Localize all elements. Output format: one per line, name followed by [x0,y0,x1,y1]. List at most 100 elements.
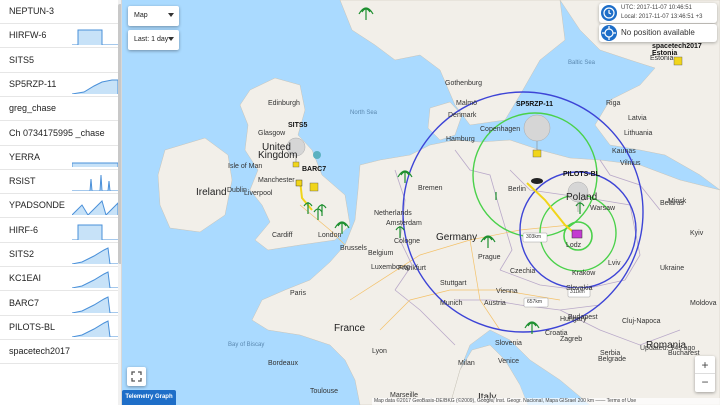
time-range-select[interactable]: Last: 1 day [128,30,179,50]
zoom-in-button[interactable]: + [695,356,715,374]
payload-pilots [571,229,583,239]
altitude-sparkline [72,29,118,46]
locate-icon[interactable] [601,25,617,41]
tracker-sidebar: NEPTUN-3 HIRFW-6 SITS5 SP5RZP-11 greg_chase C… [0,0,122,405]
position-panel[interactable]: No position available [599,24,717,42]
marker-dark [531,178,543,184]
place-label: Ukraine [660,265,685,272]
place-label: Cluj-Napoca [622,318,661,325]
tracker-item[interactable]: RSIST [0,170,121,195]
altitude-sparkline [72,162,118,167]
place-label: Dublin [227,187,247,194]
place-label: Vilnius [620,160,641,167]
map-type-select[interactable]: Map [128,6,179,26]
place-label: Hamburg [446,136,475,143]
fullscreen-button[interactable] [127,367,146,386]
place-label: Paris [290,290,306,297]
balloon-callsign-label[interactable]: PILOTS-BL [563,171,600,178]
place-label: Lyon [372,348,387,355]
tracker-item-label: HIRFW-6 [9,30,47,41]
distance-label: 657km [527,299,543,305]
tracker-item[interactable]: greg_chase [0,97,121,122]
tracker-item[interactable]: HIRFW-6 [0,24,121,49]
tracker-item-label: YPADSONDE [9,200,65,211]
clock-icon[interactable] [601,5,617,21]
tracker-item[interactable]: spacetech2017 [0,340,121,365]
chevron-down-icon [168,13,174,17]
place-label: Berlin [508,186,526,193]
balloon-callsign-label[interactable]: spacetech2017 Estonia [652,43,702,57]
fullscreen-icon [131,371,142,382]
place-label: Slovenia [495,340,522,347]
tracker-item-label: NEPTUN-3 [9,6,55,16]
place-label: Milan [458,360,475,367]
place-label: Vienna [496,288,518,295]
place-label: Bremen [418,185,443,192]
place-label: Edinburgh [268,100,300,107]
place-label: London [318,232,342,239]
land-ireland [157,137,233,233]
position-status: No position available [621,28,695,37]
place-label: North Sea [350,110,378,116]
uk-marker [295,179,303,187]
place-label: Glasgow [258,130,286,137]
tracker-item[interactable]: Ch 0734175995 _chase [0,122,121,146]
time-range-value: Last: 1 day [134,36,169,43]
place-label: Kaunas [612,148,636,155]
tracker-item[interactable]: HIRF-6 [0,219,121,243]
distance-label: 303km [526,234,542,240]
tracker-item-label: SITS5 [9,54,35,65]
distance-label: 311km [570,289,585,295]
clock-panel: UTC: 2017-11-07 10:46:51 Local: 2017-11-… [599,3,717,23]
tracker-item[interactable]: BARC7 [0,292,121,316]
place-label: Belgrade [598,356,627,363]
tracker-item-label: SP5RZP-11 [9,78,57,89]
balloon-callsign-label[interactable]: SP5RZP-11 [516,101,553,108]
place-label: Lodz [566,242,582,249]
updated-status: Updated: 14s ago [640,345,696,352]
place-label: Frankfurt [398,265,427,272]
altitude-sparkline [72,295,118,313]
place-label: Baltic Sea [568,60,596,66]
app-root: { "sidebar": { "items": [ {"label": "NEP… [0,0,720,405]
zoom-out-button[interactable]: − [695,374,715,392]
place-label: Krakow [572,270,596,277]
tracker-item-label: KC1EAI [9,273,42,284]
telemetry-graph-button[interactable]: Telemetry Graph [122,390,176,405]
place-label: Warsaw [590,205,616,212]
place-label: Latvia [628,115,647,122]
balloon-callsign-label[interactable]: BARC7 [302,166,326,173]
tracker-item[interactable]: YERRA [0,146,121,170]
place-label: Malmö [456,100,478,107]
tracker-item[interactable]: KC1EAI [0,267,121,292]
balloon-callsign-label[interactable]: SITS5 [288,122,307,129]
place-label: Venice [498,358,520,365]
place-label: Bay of Biscay [228,342,265,348]
place-label: Belgium [368,250,394,257]
place-label: Munich [440,300,463,307]
place-label: France [334,323,366,334]
tracker-item[interactable]: SITS2 [0,243,121,267]
altitude-sparkline [72,247,118,264]
sidebar-scroll-thumb[interactable] [118,4,121,264]
place-label: Lithuania [624,130,653,137]
tracker-item-label: RSIST [9,176,36,187]
place-label: Czechia [510,268,536,275]
place-label: Austria [484,300,506,307]
tracker-item[interactable]: NEPTUN-3 [0,0,121,24]
chevron-down-icon [168,37,174,41]
tracker-item[interactable]: YPADSONDE [0,194,121,219]
utc-time: UTC: 2017-11-07 10:46:51 [621,5,692,11]
payload-barc7 [309,182,319,192]
altitude-sparkline [72,200,118,216]
tracker-item[interactable]: SITS5 [0,49,121,73]
tracker-item-label: YERRA [9,151,41,162]
place-label: Kyiv [690,230,704,237]
tracker-item[interactable]: SP5RZP-11 [0,73,121,97]
place-label: Lviv [608,260,621,267]
tracker-item[interactable]: PILOTS-BL [0,316,121,340]
altitude-sparkline [72,175,118,192]
place-label: Stuttgart [440,280,467,287]
place-label: Zagreb [560,336,583,343]
payload-spacetech [673,56,683,66]
